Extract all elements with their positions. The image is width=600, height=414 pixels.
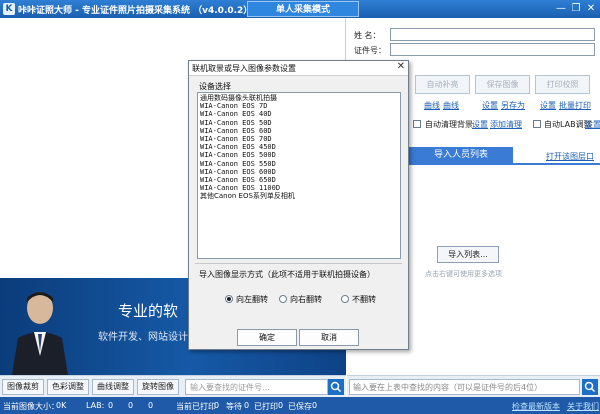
curve-link-2[interactable]: 曲线 <box>443 100 459 111</box>
window-title: 咔咔证照大师 - 专业证件照片拍摄采集系统 （v4.0.0.2） <box>18 6 253 16</box>
save-settings-link[interactable]: 设置 <box>482 100 498 111</box>
save-image-button[interactable]: 保存图像 <box>475 75 530 94</box>
image-size-value: 0K <box>56 401 67 410</box>
image-size-label: 当前图像大小： <box>3 402 59 411</box>
save-as-link[interactable]: 另存为 <box>501 100 525 111</box>
mode-label[interactable]: 单人采集模式 <box>247 1 359 17</box>
print-settings-link[interactable]: 设置 <box>540 100 556 111</box>
saved-count-label: 已保存 <box>288 402 312 411</box>
auto-lab-checkbox[interactable] <box>533 120 541 128</box>
lab-b-value: 0 <box>148 401 154 410</box>
print-photo-button[interactable]: 打印校照 <box>535 75 590 94</box>
about-link[interactable]: 关于我们 <box>567 401 599 412</box>
banner-title: 专业的软 <box>118 302 179 320</box>
wait-count-value: 0 <box>244 401 250 410</box>
ok-button[interactable]: 确定 <box>237 329 297 346</box>
no-flip-radio[interactable] <box>341 295 349 303</box>
device-item[interactable]: WIA-Canon EOS 60D <box>200 127 398 135</box>
device-item[interactable]: WIA-Canon EOS 600D <box>200 168 398 176</box>
search-icon[interactable] <box>328 379 344 395</box>
auto-clean-settings-link[interactable]: 设置 <box>472 119 488 130</box>
curve-adjust-button[interactable]: 曲线调整 <box>92 379 134 395</box>
import-list-button[interactable]: 导入列表... <box>437 246 499 263</box>
import-hint-text: 点击右键可使用更多选项 <box>425 270 502 278</box>
name-field[interactable] <box>390 28 595 41</box>
auto-clean-checkbox[interactable] <box>413 120 421 128</box>
device-item[interactable]: WIA-Canon EOS 40D <box>200 110 398 118</box>
add-clean-link[interactable]: 添加清理 <box>490 119 522 130</box>
close-icon[interactable]: ✕ <box>584 2 598 15</box>
edit-toolbar: 图像裁剪 色彩调整 曲线调整 旋转图像 输入要查找的证件号… <box>0 375 346 397</box>
device-item[interactable]: WIA-Canon EOS 500D <box>200 151 398 159</box>
device-select-label: 设备选择 <box>199 82 231 91</box>
status-bar: 当前图像大小： 0K LAB: 0 0 0 当前已打印 0 等待 0 已打印 0… <box>0 397 600 414</box>
dialog-title-bar[interactable]: 联机取景或导入图像参数设置 ✕ <box>189 61 408 76</box>
lab-l-value: 0 <box>108 401 114 410</box>
auto-brighten-button[interactable]: 自动补亮 <box>415 75 470 94</box>
name-label: 姓 名： <box>354 31 381 40</box>
dialog-divider <box>195 263 402 264</box>
open-folder-link[interactable]: 打开该图层口 <box>546 151 594 162</box>
list-search-icon[interactable] <box>582 379 598 395</box>
display-mode-label: 导入图像显示方式（此项不适用于联机拍摄设备） <box>199 270 375 279</box>
lab-a-value: 0 <box>128 401 134 410</box>
capture-settings-dialog: 联机取景或导入图像参数设置 ✕ 设备选择 通用数码摄像头联机拍摄 WIA-Can… <box>188 60 409 350</box>
id-number-field[interactable] <box>390 43 595 56</box>
color-adjust-button[interactable]: 色彩调整 <box>47 379 89 395</box>
restore-icon[interactable]: ❐ <box>569 2 583 15</box>
flip-right-radio[interactable] <box>279 295 287 303</box>
lab-label: LAB: <box>86 401 105 410</box>
print-count-label: 当前已打印 <box>176 402 216 411</box>
dialog-title: 联机取景或导入图像参数设置 <box>192 64 296 73</box>
list-search-input[interactable]: 输入要在上表中查找的内容（可以是证件号的后4位） <box>349 379 580 395</box>
curve-link-1[interactable]: 曲线 <box>424 100 440 111</box>
rotate-image-button[interactable]: 旋转图像 <box>137 379 179 395</box>
print-count-value: 0 <box>214 401 220 410</box>
device-item[interactable]: 通用数码摄像头联机拍摄 <box>200 94 398 102</box>
cancel-button[interactable]: 取消 <box>299 329 359 346</box>
banner-subtitle: 软件开发、网站设计 <box>98 332 188 343</box>
no-flip-label: 不翻转 <box>352 295 376 304</box>
printed-count-value: 0 <box>278 401 284 410</box>
id-number-label: 证件号： <box>354 46 386 55</box>
auto-lab-settings-link[interactable]: 设置 <box>585 119 600 130</box>
device-item[interactable]: WIA-Canon EOS 450D <box>200 143 398 151</box>
id-search-input[interactable]: 输入要查找的证件号… <box>185 379 328 395</box>
device-item[interactable]: 其他Canon EOS系列单反相机 <box>200 192 398 200</box>
printed-count-label: 已打印 <box>254 402 278 411</box>
title-bar: K 咔咔证照大师 - 专业证件照片拍摄采集系统 （v4.0.0.2） 单人采集模… <box>0 0 600 18</box>
device-listbox[interactable]: 通用数码摄像头联机拍摄 WIA-Canon EOS 7D WIA-Canon E… <box>197 92 401 259</box>
device-item[interactable]: WIA-Canon EOS 550D <box>200 160 398 168</box>
app-logo-icon: K <box>3 3 15 15</box>
flip-right-label: 向右翻转 <box>290 295 322 304</box>
device-item[interactable]: WIA-Canon EOS 50D <box>200 119 398 127</box>
batch-print-link[interactable]: 批量打印 <box>559 100 591 111</box>
auto-clean-label: 自动清理背景 <box>425 120 473 129</box>
wait-count-label: 等待 <box>226 402 242 411</box>
tab-import-list[interactable]: 导入人员列表 <box>409 147 513 163</box>
crop-image-button[interactable]: 图像裁剪 <box>2 379 44 395</box>
check-update-link[interactable]: 检查最新版本 <box>512 401 560 412</box>
dialog-close-icon[interactable]: ✕ <box>397 61 405 72</box>
list-search-bar: 输入要在上表中查找的内容（可以是证件号的后4位） <box>347 375 600 397</box>
saved-count-value: 0 <box>312 401 318 410</box>
flip-left-label: 向左翻转 <box>236 295 268 304</box>
minimize-icon[interactable]: — <box>554 2 568 15</box>
device-item[interactable]: WIA-Canon EOS 650D <box>200 176 398 184</box>
device-item[interactable]: WIA-Canon EOS 70D <box>200 135 398 143</box>
device-item[interactable]: WIA-Canon EOS 7D <box>200 102 398 110</box>
person-photo-icon <box>12 292 68 375</box>
flip-left-radio[interactable] <box>225 295 233 303</box>
